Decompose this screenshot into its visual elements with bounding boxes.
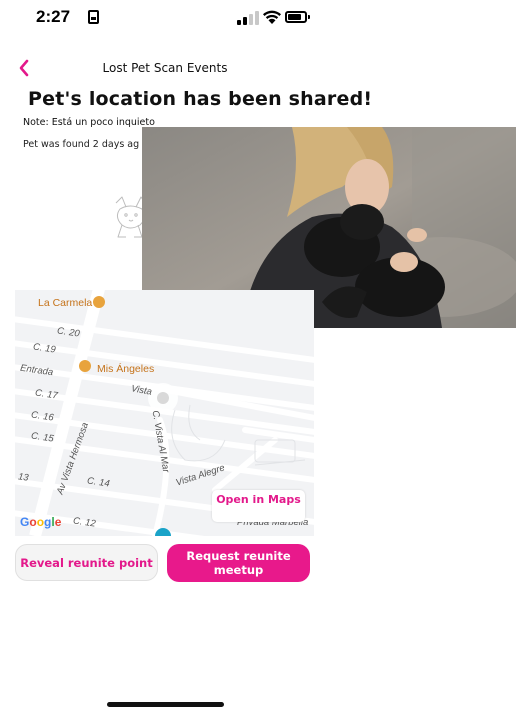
street-label: 13 — [17, 471, 30, 484]
pet-note: Note: Está un poco inquieto — [23, 117, 155, 128]
cellular-signal-icon — [237, 11, 259, 25]
battery-icon — [285, 11, 310, 23]
home-indicator[interactable] — [107, 702, 224, 707]
request-reunite-meetup-button[interactable]: Request reunite meetup — [167, 544, 310, 582]
nav-title: Lost Pet Scan Events — [102, 61, 228, 75]
poi-label[interactable]: Mis Ángeles — [97, 363, 154, 375]
google-logo: Google — [20, 515, 62, 529]
wifi-icon — [263, 10, 281, 24]
open-in-maps-button[interactable]: Open in Maps — [212, 490, 305, 522]
restaurant-icon — [93, 296, 105, 308]
page-title: Pet's location has been shared! — [28, 88, 373, 110]
restaurant-icon — [79, 360, 91, 372]
status-bar: 2:27 — [0, 0, 516, 40]
status-time: 2:27 — [36, 7, 71, 26]
found-time-text: Pet was found 2 days ag — [23, 139, 140, 150]
id-card-icon — [88, 10, 99, 24]
reveal-reunite-point-button[interactable]: Reveal reunite point — [15, 544, 158, 581]
poi-label[interactable]: La Carmela — [38, 297, 92, 309]
